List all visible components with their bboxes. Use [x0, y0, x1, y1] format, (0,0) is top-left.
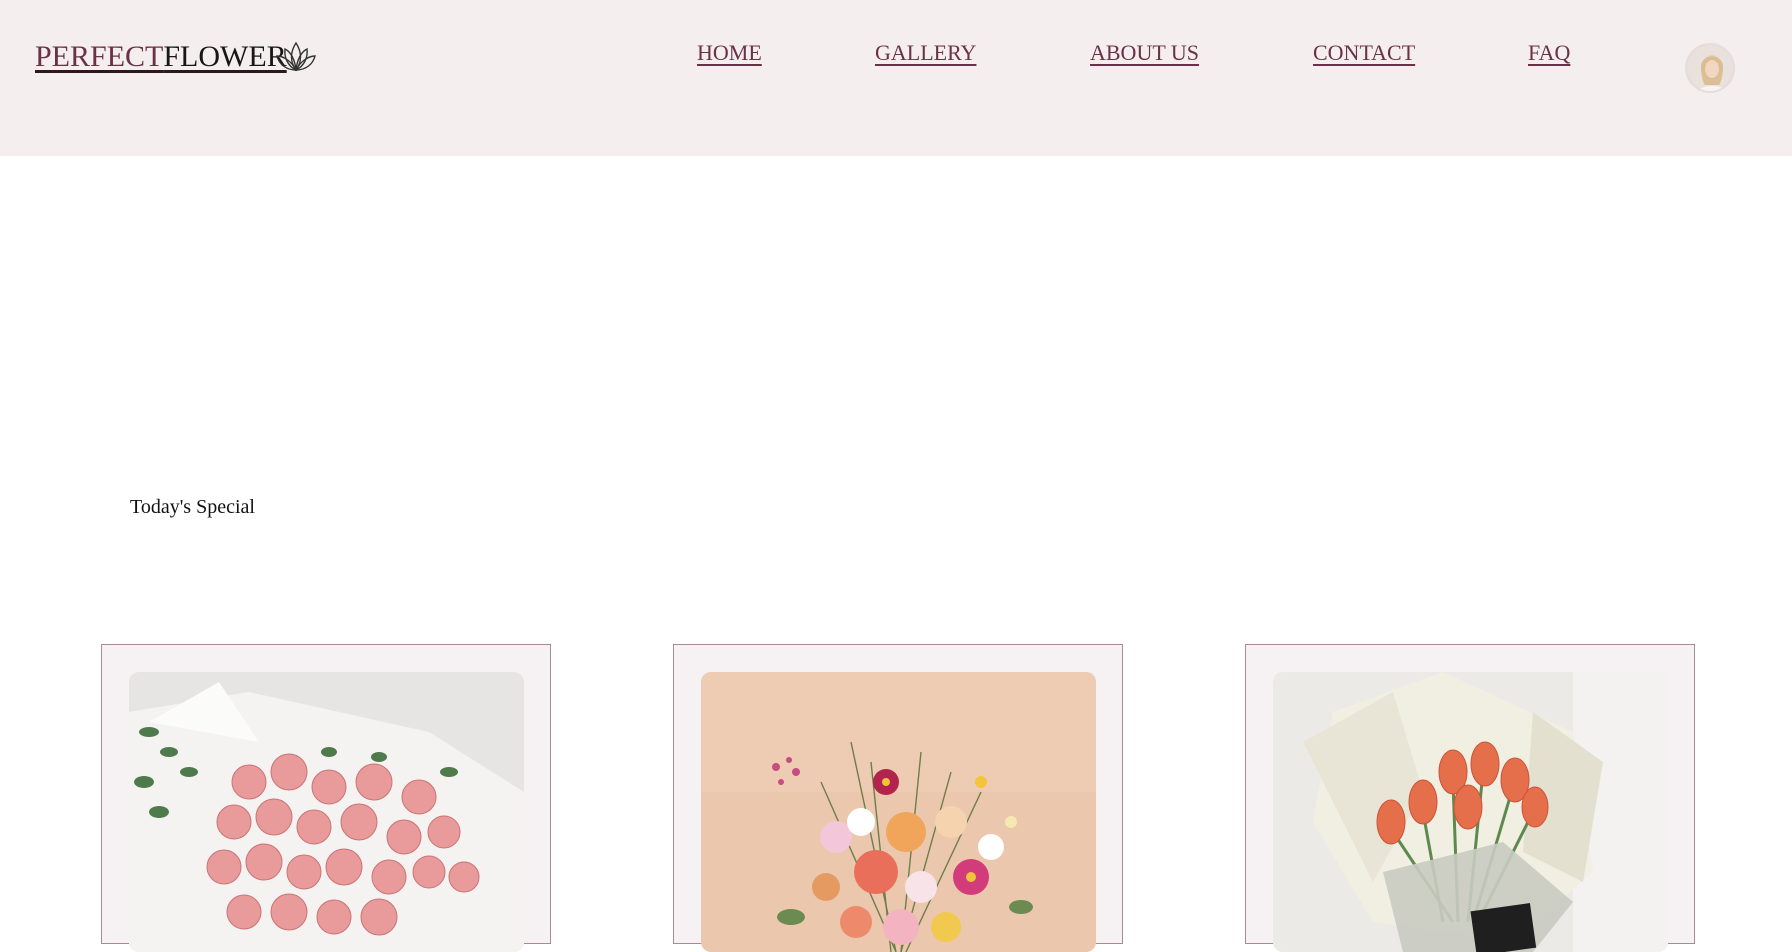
- mixed-bouquet-image[interactable]: [701, 672, 1096, 952]
- site-header: PERFECTFLOWER HOME GALLERY ABOUT US CONT…: [0, 0, 1792, 156]
- nav-about-us[interactable]: ABOUT US: [1090, 40, 1199, 66]
- nav-faq[interactable]: FAQ: [1528, 40, 1570, 66]
- logo-text-flower: FLOWER: [163, 40, 287, 73]
- avatar-image: [1687, 45, 1733, 91]
- lotus-icon: [276, 41, 316, 72]
- pink-roses-illustration: [129, 672, 524, 952]
- nav-contact[interactable]: CONTACT: [1313, 40, 1415, 66]
- nav-gallery[interactable]: GALLERY: [875, 40, 976, 66]
- nav-home[interactable]: HOME: [697, 40, 762, 66]
- special-card: [101, 644, 551, 952]
- user-avatar[interactable]: [1685, 43, 1735, 93]
- orange-tulips-bouquet-image[interactable]: [1273, 672, 1668, 952]
- pink-roses-bouquet-image[interactable]: [129, 672, 524, 952]
- mixed-bouquet-illustration: [701, 672, 1096, 952]
- special-card: [673, 644, 1123, 952]
- tulips-illustration: [1273, 672, 1668, 952]
- logo-link[interactable]: PERFECTFLOWER: [35, 40, 287, 74]
- todays-special-heading: Today's Special: [130, 496, 255, 518]
- special-card: [1245, 644, 1695, 952]
- logo-text-perfect: PERFECT: [35, 40, 164, 73]
